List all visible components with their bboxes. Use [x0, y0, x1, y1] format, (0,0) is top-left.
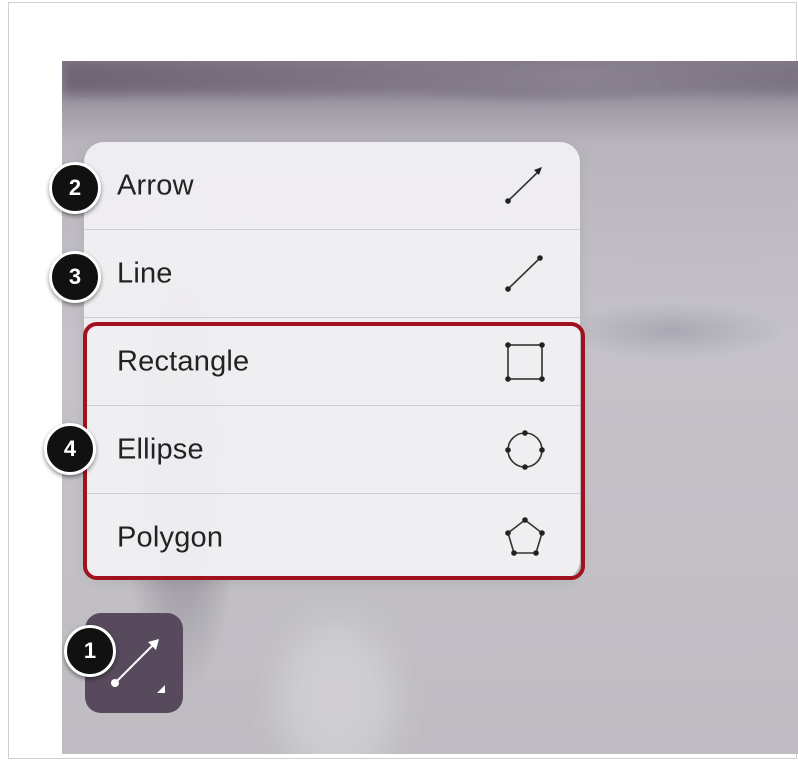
- menu-item-label: Line: [117, 257, 173, 290]
- line-icon: [505, 255, 543, 292]
- menu-item-rectangle[interactable]: Rectangle: [84, 318, 580, 406]
- menu-item-polygon[interactable]: Polygon: [84, 494, 580, 582]
- blurred-toolbar: [62, 61, 798, 95]
- menu-item-arrow[interactable]: Arrow: [84, 142, 580, 230]
- menu-item-label: Arrow: [117, 169, 194, 202]
- menu-item-ellipse[interactable]: Ellipse: [84, 406, 580, 494]
- arrow-icon: [505, 167, 542, 204]
- callout-badge-3: 3: [49, 251, 101, 303]
- polygon-icon: [505, 517, 545, 556]
- rectangle-icon: [505, 342, 545, 382]
- menu-item-label: Rectangle: [117, 345, 250, 378]
- ellipse-icon: [505, 430, 545, 470]
- callout-badge-2: 2: [49, 162, 101, 214]
- menu-item-label: Ellipse: [117, 433, 204, 466]
- shape-tool-menu: Arrow Line Rectangle Ellipse Polygon: [84, 142, 580, 580]
- menu-item-label: Polygon: [117, 521, 224, 554]
- callout-badge-1: 1: [64, 625, 116, 677]
- blurred-content: [277, 621, 397, 754]
- callout-badge-4: 4: [44, 423, 96, 475]
- menu-item-line[interactable]: Line: [84, 230, 580, 318]
